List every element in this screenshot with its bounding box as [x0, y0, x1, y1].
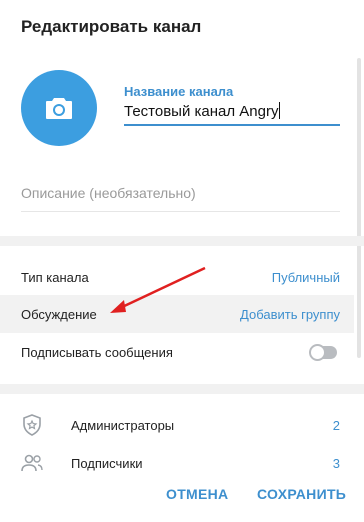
administrators-row[interactable]: Администраторы 2 — [0, 407, 354, 443]
camera-icon — [46, 98, 72, 119]
channel-type-row[interactable]: Тип канала Публичный — [0, 258, 354, 296]
discussion-row[interactable]: Обсуждение Добавить группу — [0, 295, 354, 333]
text-caret — [279, 102, 281, 119]
save-button[interactable]: СОХРАНИТЬ — [257, 486, 346, 502]
channel-photo-button[interactable] — [21, 70, 97, 146]
edit-channel-dialog: Редактировать канал Название канала Тест… — [0, 0, 364, 522]
channel-name-input[interactable]: Тестовый канал Angry — [124, 102, 340, 126]
subscribers-label: Подписчики — [71, 455, 143, 471]
add-group-link[interactable]: Добавить группу — [240, 307, 340, 322]
section-divider — [0, 236, 364, 246]
dialog-footer: ОТМЕНА СОХРАНИТЬ — [0, 472, 364, 522]
sign-messages-toggle[interactable] — [309, 343, 337, 361]
section-divider-2 — [0, 384, 364, 394]
shield-star-icon — [23, 414, 41, 436]
sign-messages-label: Подписывать сообщения — [21, 344, 173, 360]
channel-type-value[interactable]: Публичный — [272, 270, 340, 285]
dialog-title: Редактировать канал — [21, 17, 202, 36]
channel-type-label: Тип канала — [21, 269, 89, 285]
subscribers-count: 3 — [332, 455, 340, 471]
administrators-count: 2 — [332, 417, 340, 433]
scrollbar[interactable] — [357, 58, 361, 358]
discussion-label: Обсуждение — [21, 306, 97, 322]
channel-name-value: Тестовый канал Angry — [124, 103, 279, 120]
cancel-button[interactable]: ОТМЕНА — [166, 486, 228, 502]
channel-name-label: Название канала — [124, 84, 234, 99]
description-input[interactable]: Описание (необязательно) — [21, 185, 340, 212]
administrators-label: Администраторы — [71, 417, 175, 433]
sign-messages-row[interactable]: Подписывать сообщения — [0, 333, 354, 371]
toggle-knob — [309, 343, 326, 361]
